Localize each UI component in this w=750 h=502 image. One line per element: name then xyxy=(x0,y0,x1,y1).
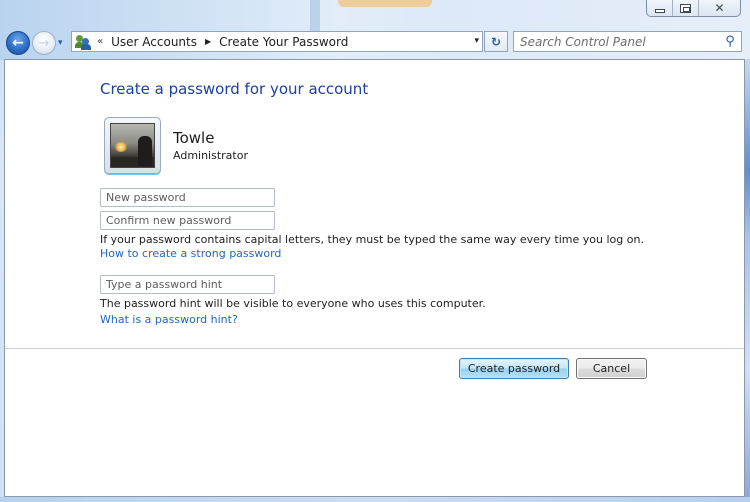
background-window-highlight xyxy=(338,0,432,7)
search-input[interactable] xyxy=(520,34,722,49)
password-hint-field[interactable] xyxy=(100,275,275,294)
back-arrow-icon: ← xyxy=(12,35,24,51)
breadcrumb-separator-icon[interactable]: ▶ xyxy=(205,37,211,46)
cancel-button[interactable]: Cancel xyxy=(576,358,647,379)
breadcrumb-create-your-password[interactable]: Create Your Password xyxy=(219,35,348,49)
window-border-right xyxy=(745,59,750,502)
create-password-button[interactable]: Create password xyxy=(459,358,569,379)
address-dropdown-icon[interactable]: ▾ xyxy=(474,36,479,46)
search-icon[interactable]: ⚲ xyxy=(722,34,738,49)
forward-arrow-icon: → xyxy=(38,35,50,51)
back-button[interactable]: ← xyxy=(6,31,30,55)
chevron-down-icon: ▾ xyxy=(58,38,63,48)
background-window-edge xyxy=(310,0,320,32)
window-border-bottom xyxy=(0,497,750,502)
restore-icon xyxy=(680,3,691,13)
user-name: Towle xyxy=(173,129,215,147)
capital-letters-note: If your password contains capital letter… xyxy=(100,233,644,246)
breadcrumb-user-accounts[interactable]: User Accounts xyxy=(111,35,197,49)
password-hint-link[interactable]: What is a password hint? xyxy=(100,313,238,326)
restore-button[interactable] xyxy=(673,0,699,16)
strong-password-link[interactable]: How to create a strong password xyxy=(100,247,281,260)
hint-visibility-note: The password hint will be visible to eve… xyxy=(100,297,486,310)
user-picture xyxy=(110,123,155,168)
breadcrumb-overflow-button[interactable]: « xyxy=(97,36,103,47)
divider xyxy=(5,348,744,349)
minimize-icon xyxy=(654,8,665,13)
forward-button[interactable]: → xyxy=(32,31,56,55)
refresh-icon: ↻ xyxy=(490,34,502,49)
recent-pages-dropdown[interactable]: ▾ xyxy=(58,38,68,48)
close-button[interactable]: ✕ xyxy=(699,0,740,16)
minimize-button[interactable] xyxy=(647,0,673,16)
page-title: Create a password for your account xyxy=(100,80,369,98)
close-icon: ✕ xyxy=(714,1,725,15)
search-box: ⚲ xyxy=(513,31,742,52)
new-password-field[interactable] xyxy=(100,188,275,207)
caption-buttons: ✕ xyxy=(646,0,741,17)
address-bar[interactable]: « User Accounts ▶ Create Your Password ▾ xyxy=(71,31,483,52)
refresh-button[interactable]: ↻ xyxy=(484,31,508,52)
user-accounts-icon xyxy=(75,34,91,50)
avatar xyxy=(104,117,161,174)
content-pane: Create a password for your account Towle… xyxy=(4,59,745,497)
user-role: Administrator xyxy=(173,149,248,162)
confirm-password-field[interactable] xyxy=(100,211,275,230)
